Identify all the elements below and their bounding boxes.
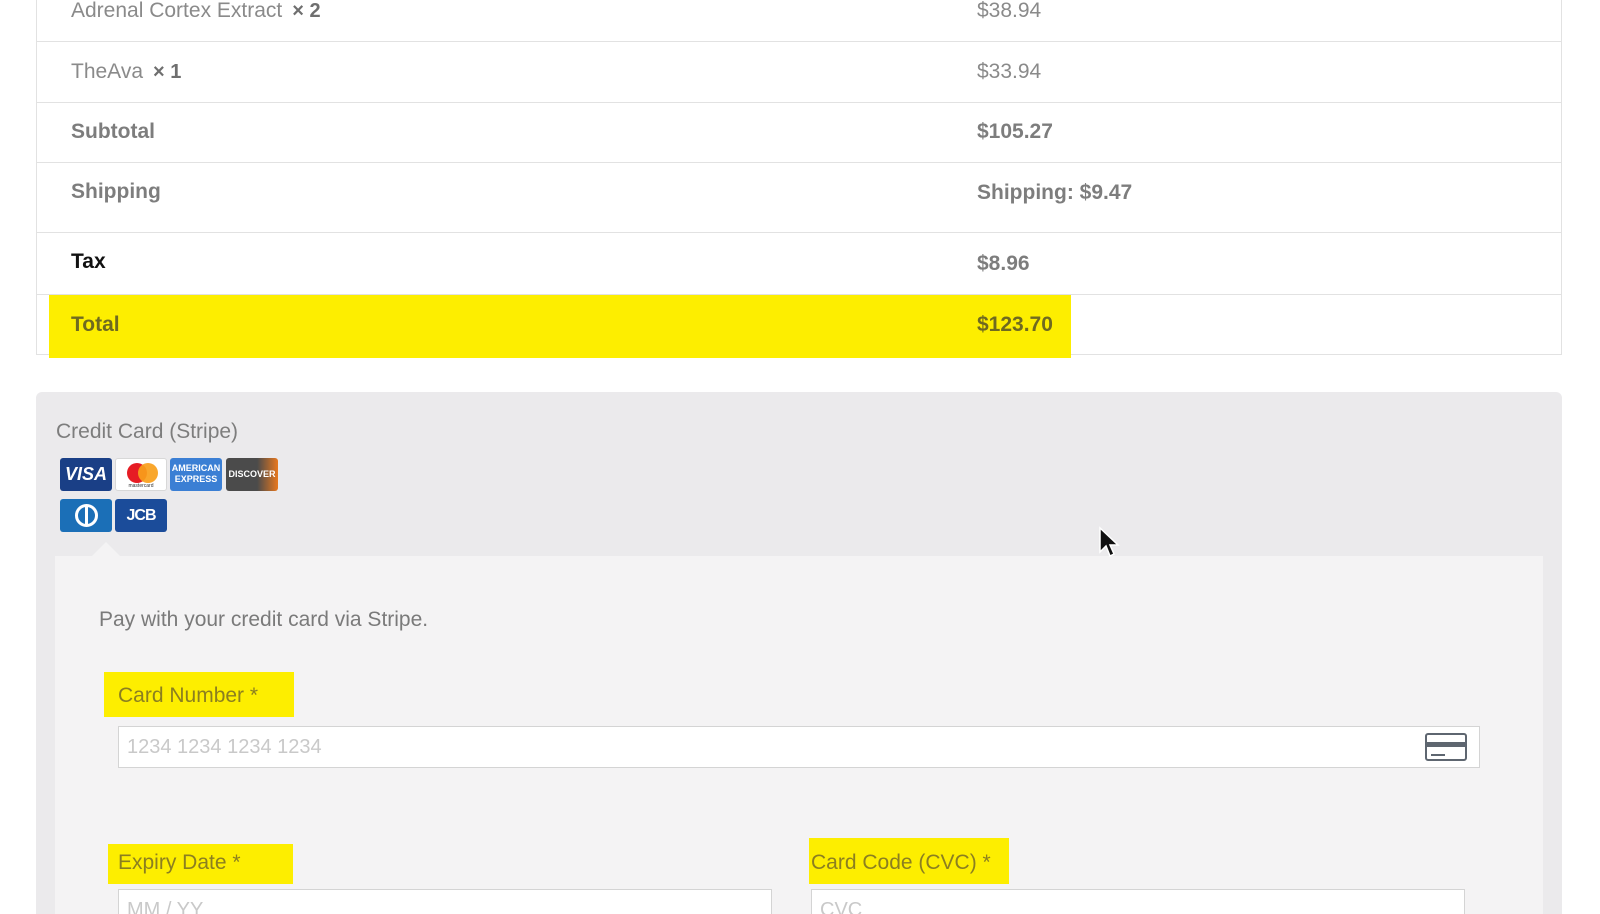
jcb-logo-icon: JCB [115,499,167,532]
shipping-value: Shipping: $9.47 [977,181,1133,204]
diners-club-logo-icon [60,499,112,532]
visa-logo-icon: VISA [60,458,112,491]
shipping-label: Shipping [71,180,161,203]
credit-card-icon [1425,733,1467,761]
order-item-price: $38.94 [977,0,1042,22]
amex-logo-icon: AMERICAN EXPRESS [170,458,222,491]
shipping-row: Shipping Shipping: $9.47 [37,162,1561,232]
card-code-input[interactable] [812,890,1399,914]
payment-description: Pay with your credit card via Stripe. [99,608,429,631]
order-item-price: $33.94 [977,60,1042,83]
order-item-name: Adrenal Cortex Extract × 2 [71,0,321,22]
tax-label: Tax [71,250,106,273]
expiry-date-input[interactable] [119,890,706,914]
total-value: $123.70 [977,313,1053,336]
expiry-field-wrapper [118,889,772,914]
cvc-field-wrapper [811,889,1465,914]
discover-logo-icon: DISCOVER [226,458,278,491]
payment-fields-panel: Pay with your credit card via Stripe. Ca… [55,556,1543,914]
order-item-quantity: × 2 [292,0,321,22]
card-number-label: Card Number * [104,672,294,717]
order-item-row: TheAva × 1 $33.94 [37,41,1561,102]
total-highlight [49,295,1071,358]
order-item-row: Adrenal Cortex Extract × 2 $38.94 [37,0,1561,41]
card-code-label: Card Code (CVC) * [809,838,1009,884]
subtotal-value: $105.27 [977,120,1053,143]
payment-method-box: Credit Card (Stripe) VISA mastercard AME… [36,392,1562,914]
payment-method-title[interactable]: Credit Card (Stripe) [56,420,238,444]
subtotal-row: Subtotal $105.27 [37,102,1561,162]
total-row: Total $123.70 [37,294,1561,358]
mouse-pointer-icon [1099,526,1120,558]
order-item-quantity: × 1 [153,61,182,83]
card-number-input[interactable] [119,727,1343,767]
mastercard-logo-icon: mastercard [115,458,167,491]
card-number-field-wrapper [118,726,1480,768]
panel-pointer [92,542,120,556]
order-totals-table: Adrenal Cortex Extract × 2 $38.94 TheAva ×… [36,0,1562,358]
order-item-name: TheAva × 1 [71,60,182,83]
subtotal-label: Subtotal [71,120,155,143]
expiry-date-label: Expiry Date * [108,844,293,884]
tax-row: Tax $8.96 [37,232,1561,294]
tax-value: $8.96 [977,252,1030,275]
total-label: Total [71,313,120,336]
